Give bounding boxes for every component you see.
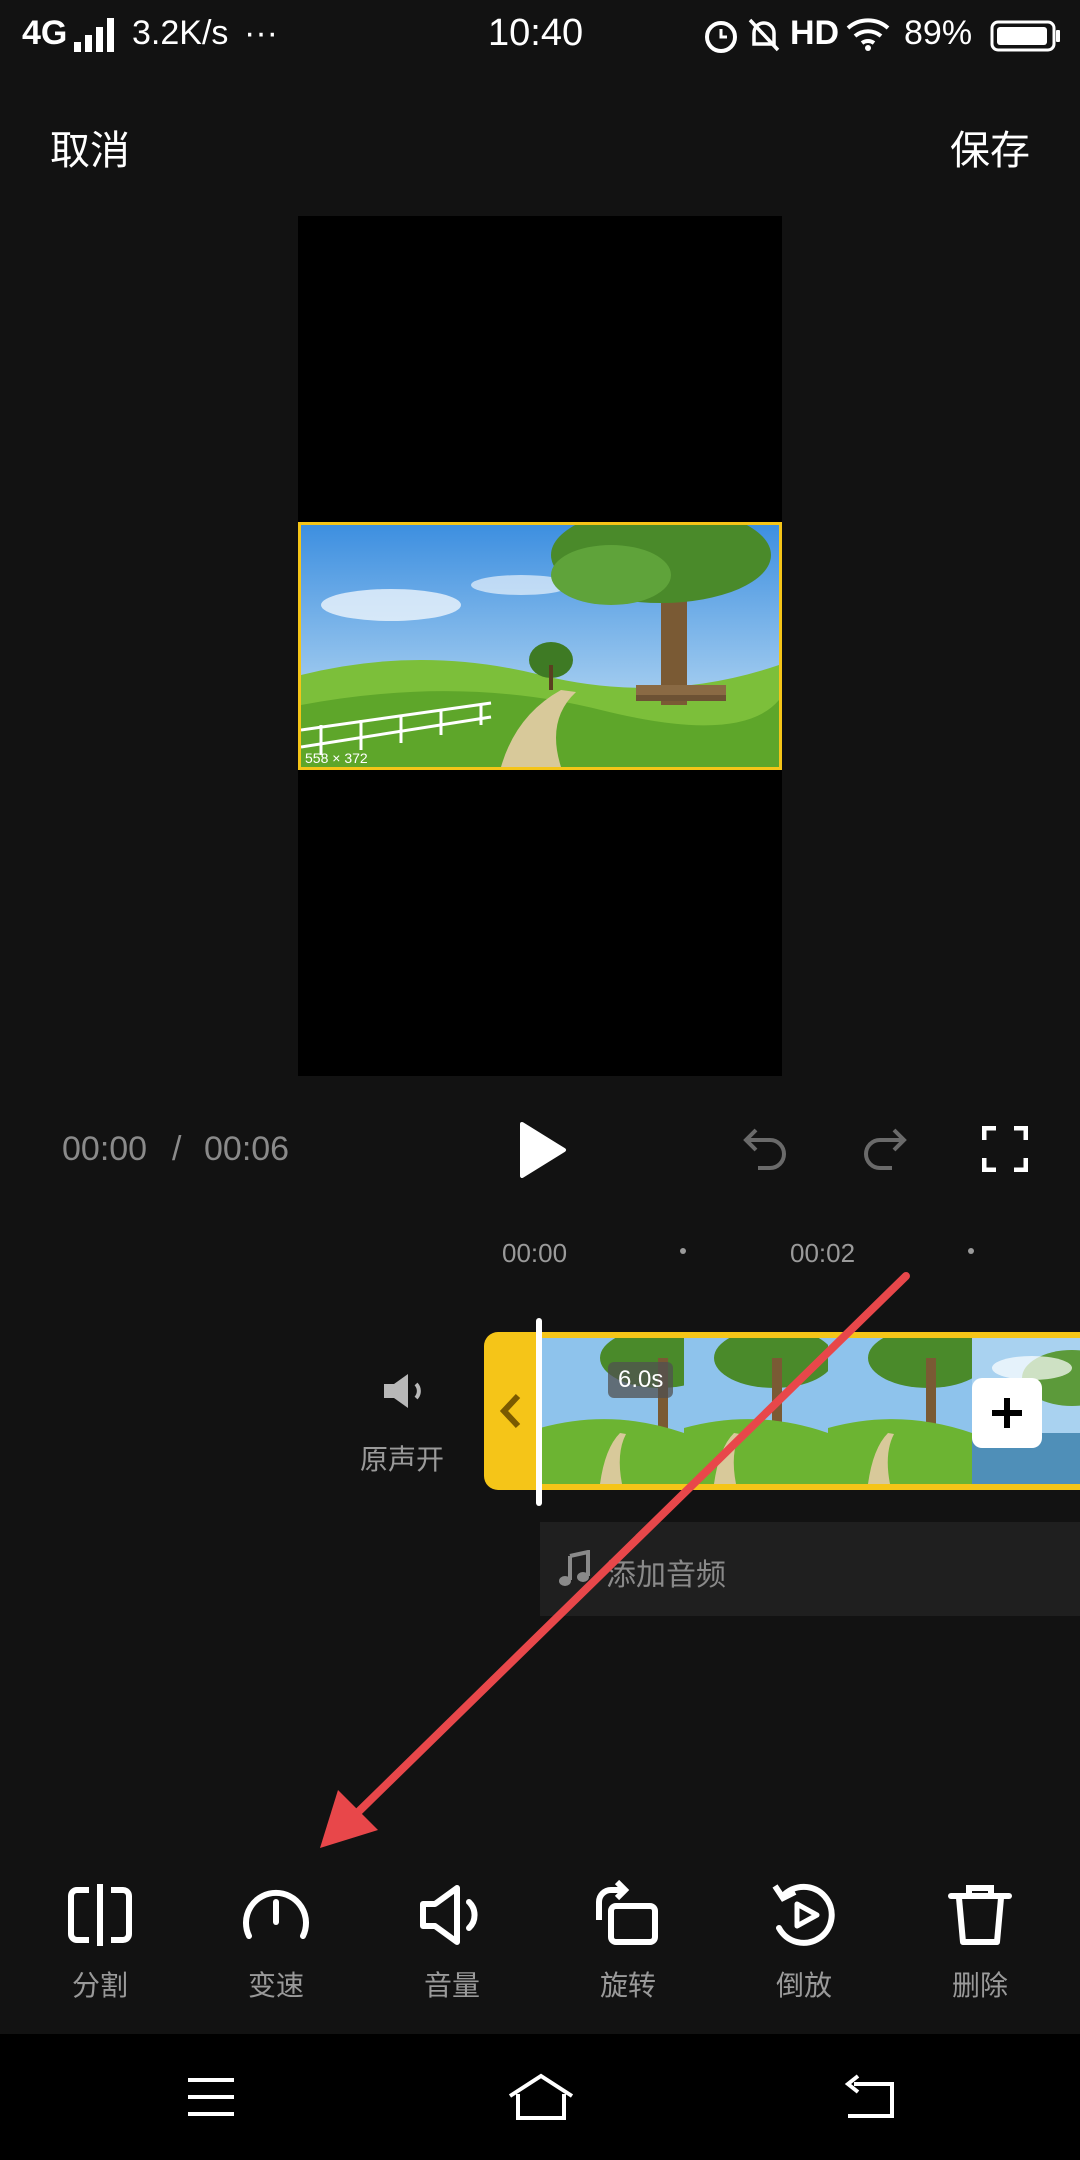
- more-indicator: ···: [244, 14, 278, 52]
- fullscreen-icon[interactable]: [982, 1126, 1028, 1172]
- time-separator: /: [172, 1130, 182, 1168]
- hd-indicator: HD: [790, 14, 840, 52]
- speed-button[interactable]: 变速: [188, 1880, 364, 2004]
- rotate-button[interactable]: 旋转: [540, 1880, 716, 2004]
- wifi-icon: [846, 18, 890, 51]
- current-time: 00:00: [62, 1130, 148, 1168]
- redo-icon[interactable]: [860, 1124, 910, 1174]
- signal-icon: [74, 18, 114, 52]
- undo-icon[interactable]: [740, 1124, 790, 1174]
- timeline-dot: [680, 1248, 686, 1254]
- status-bar: 4G 3.2K/s ··· 10:40 HD 89%: [0, 0, 1080, 72]
- home-icon[interactable]: [506, 2072, 576, 2122]
- add-clip-button[interactable]: [972, 1378, 1042, 1448]
- network-speed: 3.2K/s: [132, 14, 229, 52]
- play-icon[interactable]: [518, 1122, 568, 1178]
- volume-button[interactable]: 音量: [364, 1880, 540, 2004]
- cancel-button[interactable]: 取消: [50, 118, 130, 176]
- total-time: 00:06: [204, 1130, 290, 1168]
- alarm-icon: [705, 21, 737, 53]
- battery-percent: 89%: [904, 14, 973, 52]
- volume-label: 音量: [423, 1970, 480, 2001]
- network-type: 4G: [22, 14, 68, 52]
- rotate-icon: [596, 1880, 658, 1945]
- reverse-icon: [772, 1883, 835, 1946]
- image-watermark: 558 × 372: [305, 750, 368, 766]
- menu-icon[interactable]: [186, 2076, 236, 2118]
- save-button[interactable]: 保存: [950, 118, 1030, 176]
- plus-icon: [992, 1398, 1022, 1428]
- reverse-button[interactable]: 倒放: [716, 1880, 892, 2004]
- delete-button[interactable]: 删除: [892, 1880, 1068, 2004]
- reverse-label: 倒放: [775, 1970, 832, 2001]
- mute-notification-icon: [748, 18, 780, 52]
- volume-icon: [420, 1885, 478, 1945]
- split-button[interactable]: 分割: [12, 1880, 188, 2004]
- split-label: 分割: [71, 1970, 128, 2001]
- clock: 10:40: [488, 12, 584, 54]
- battery-icon: [990, 20, 1060, 52]
- delete-label: 删除: [951, 1970, 1008, 2001]
- back-icon[interactable]: [840, 2074, 896, 2120]
- speed-label: 变速: [247, 1970, 304, 2001]
- navigation-bar: [0, 2034, 1080, 2160]
- rotate-label: 旋转: [599, 1970, 656, 2001]
- delete-icon: [948, 1885, 1012, 1945]
- timeline-dot: [968, 1248, 974, 1254]
- annotation-arrow: [320, 1272, 910, 1848]
- split-icon: [68, 1884, 132, 1946]
- preview-image: 558 × 372: [298, 522, 782, 770]
- speed-icon: [243, 1890, 309, 1939]
